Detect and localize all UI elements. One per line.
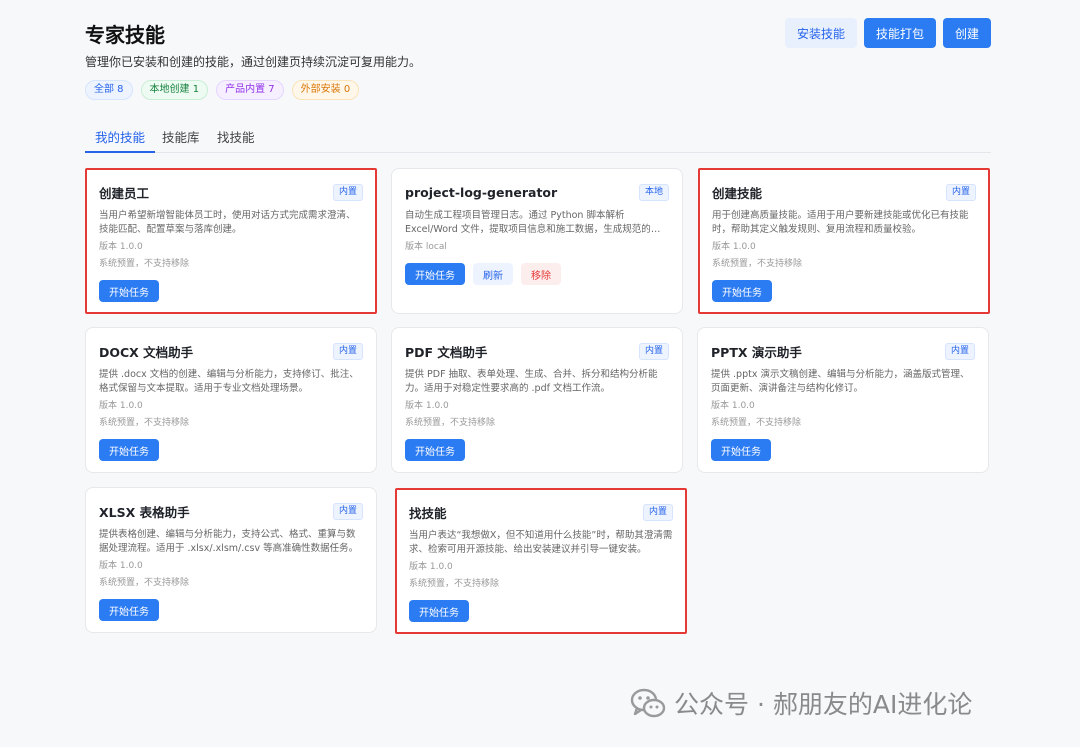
skill-card-docx: DOCX 文档助手 内置 提供 .docx 文档的创建、编辑与分析能力，支持修订… (85, 327, 377, 473)
card-version: 版本 local (405, 242, 447, 252)
card-badge: 内置 (332, 502, 363, 520)
package-skill-button[interactable]: 技能打包 (863, 18, 936, 48)
card-note: 系统预置，不支持移除 (99, 259, 190, 269)
filter-chip-external[interactable]: 外部安装 0 (291, 80, 360, 100)
card-description: 用于创建高质量技能。适用于用户要新建技能或优化已有技能时，帮助其定义触发规则、复… (712, 210, 969, 235)
start-task-button[interactable]: 开始任务 (405, 263, 465, 285)
filter-chip-builtin[interactable]: 产品内置 7 (216, 80, 284, 100)
card-note: 系统预置，不支持移除 (99, 418, 190, 428)
watermark-text: 公众号 · 郝朋友的AI进化论 (674, 690, 973, 719)
page-title: 专家技能 (85, 23, 165, 47)
refresh-button[interactable]: 刷新 (473, 263, 513, 285)
card-title: project-log-generator (405, 184, 558, 200)
card-version: 版本 1.0.0 (712, 242, 756, 252)
card-version: 版本 1.0.0 (99, 242, 143, 252)
card-title: 创建员工 (99, 185, 150, 201)
card-badge: 内置 (642, 503, 673, 521)
card-title: 创建技能 (712, 185, 763, 201)
skill-card-xlsx: XLSX 表格助手 内置 提供表格创建、编辑与分析能力，支持公式、格式、重算与数… (85, 487, 377, 633)
card-description: 提供 .docx 文档的创建、编辑与分析能力，支持修订、批注、格式保留与文本提取… (99, 369, 359, 394)
install-skill-button[interactable]: 安装技能 (784, 18, 857, 48)
skill-card-create-employee: 创建员工 内置 当用户希望新增智能体员工时，使用对话方式完成需求澄清、技能匹配、… (85, 168, 377, 314)
card-version: 版本 1.0.0 (409, 562, 453, 572)
card-badge: 内置 (944, 342, 975, 360)
card-note: 系统预置，不支持移除 (99, 578, 190, 588)
card-title: PPTX 演示助手 (711, 344, 802, 360)
skill-card-find-skills: 找技能 内置 当用户表达“我想做X，但不知道用什么技能”时，帮助其澄清需求、检索… (395, 488, 687, 634)
card-badge: 内置 (945, 183, 976, 201)
card-description: 自动生成工程项目管理日志。通过 Python 脚本解析 Excel/Word 文… (405, 210, 661, 235)
skill-card-pptx: PPTX 演示助手 内置 提供 .pptx 演示文稿创建、编辑与分析能力，涵盖版… (697, 327, 989, 473)
start-task-button[interactable]: 开始任务 (409, 600, 469, 622)
card-badge: 内置 (332, 342, 363, 360)
card-description: 当用户表达“我想做X，但不知道用什么技能”时，帮助其澄清需求、检索可用开源技能、… (409, 530, 673, 555)
skills-page: 专家技能 管理你已安装和创建的技能，通过创建页持续沉淀可复用能力。 全部 8 本… (0, 0, 1080, 747)
wechat-icon (630, 688, 666, 718)
card-note: 系统预置，不支持移除 (405, 418, 496, 428)
card-note: 系统预置，不支持移除 (712, 259, 803, 269)
card-note: 系统预置，不支持移除 (409, 579, 500, 589)
tab-skill-library[interactable]: 技能库 (162, 127, 200, 151)
card-description: 提供 .pptx 演示文稿创建、编辑与分析能力，涵盖版式管理、页面更新、演讲备注… (711, 369, 970, 394)
header-actions: 安装技能 技能打包 创建 (784, 18, 991, 48)
card-title: 找技能 (409, 505, 447, 521)
card-description: 提供 PDF 抽取、表单处理、生成、合并、拆分和结构分析能力。适用于对稳定性要求… (405, 369, 658, 394)
tab-my-skills[interactable]: 我的技能 (84, 127, 156, 153)
filter-chips: 全部 8 本地创建 1 产品内置 7 外部安装 0 (85, 80, 360, 100)
card-note: 系统预置，不支持移除 (711, 418, 802, 428)
create-button[interactable]: 创建 (942, 18, 991, 48)
start-task-button[interactable]: 开始任务 (711, 439, 771, 461)
start-task-button[interactable]: 开始任务 (99, 280, 159, 302)
card-title: DOCX 文档助手 (99, 344, 194, 360)
tab-find-skills[interactable]: 找技能 (217, 127, 255, 151)
card-badge: 内置 (332, 183, 363, 201)
card-badge: 内置 (638, 342, 669, 360)
card-title: PDF 文档助手 (405, 344, 488, 360)
remove-button[interactable]: 移除 (521, 263, 561, 285)
card-version: 版本 1.0.0 (711, 401, 755, 411)
start-task-button[interactable]: 开始任务 (712, 280, 772, 302)
filter-chip-all[interactable]: 全部 8 (85, 80, 133, 100)
card-description: 当用户希望新增智能体员工时，使用对话方式完成需求澄清、技能匹配、配置草案与落库创… (99, 210, 356, 235)
skill-card-create-skill: 创建技能 内置 用于创建高质量技能。适用于用户要新建技能或优化已有技能时，帮助其… (698, 168, 990, 314)
skill-card-grid: 创建员工 内置 当用户希望新增智能体员工时，使用对话方式完成需求澄清、技能匹配、… (85, 168, 991, 638)
skill-card-project-log-generator: project-log-generator 本地 自动生成工程项目管理日志。通过… (391, 168, 683, 314)
card-title: XLSX 表格助手 (99, 504, 190, 520)
page-subtitle: 管理你已安装和创建的技能，通过创建页持续沉淀可复用能力。 (85, 55, 422, 69)
card-version: 版本 1.0.0 (99, 401, 143, 411)
start-task-button[interactable]: 开始任务 (405, 439, 465, 461)
start-task-button[interactable]: 开始任务 (99, 599, 159, 621)
skill-card-pdf: PDF 文档助手 内置 提供 PDF 抽取、表单处理、生成、合并、拆分和结构分析… (391, 327, 683, 473)
card-description: 提供表格创建、编辑与分析能力，支持公式、格式、重算与数据处理流程。适用于 .xl… (99, 529, 359, 554)
tab-bar: 我的技能 技能库 找技能 (84, 126, 991, 153)
card-badge: 本地 (638, 183, 669, 201)
start-task-button[interactable]: 开始任务 (99, 439, 159, 461)
watermark: 公众号 · 郝朋友的AI进化论 (628, 683, 972, 723)
filter-chip-local[interactable]: 本地创建 1 (140, 80, 209, 100)
card-version: 版本 1.0.0 (405, 401, 449, 411)
card-version: 版本 1.0.0 (99, 561, 143, 571)
